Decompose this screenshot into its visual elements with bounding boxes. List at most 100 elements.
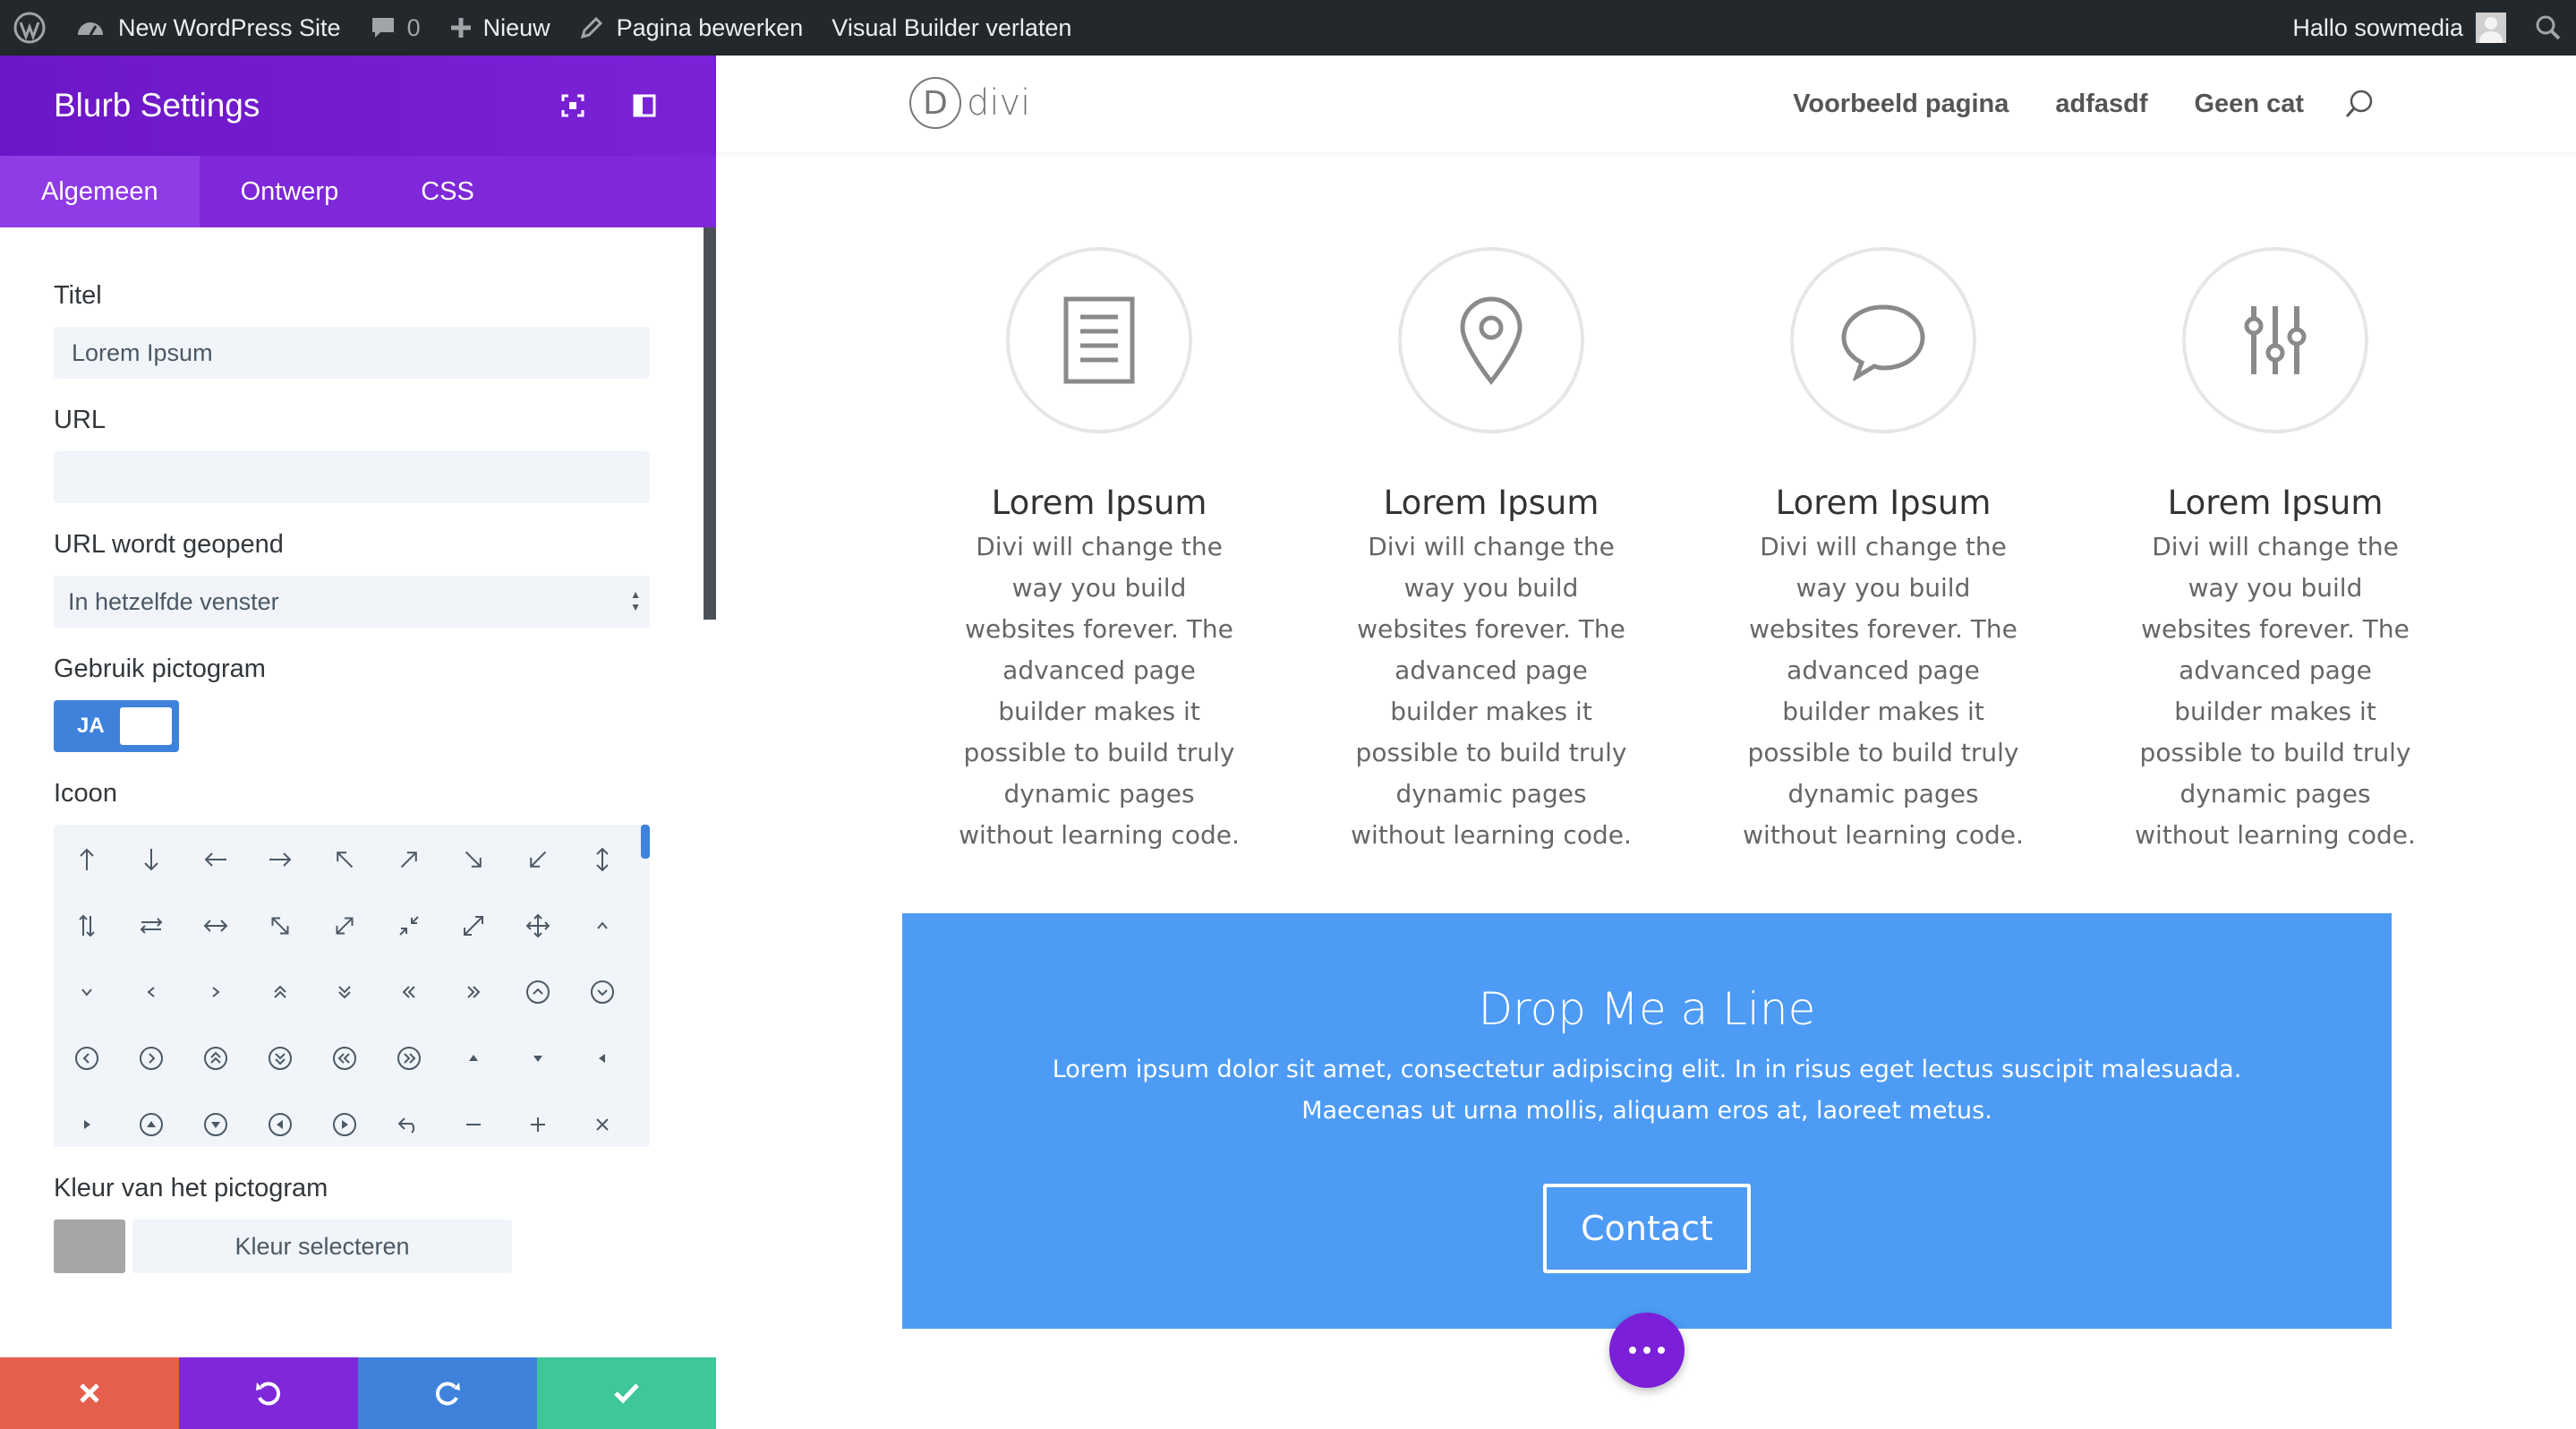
wordpress-logo-icon[interactable] — [0, 0, 61, 56]
url-input[interactable] — [54, 451, 650, 503]
page-preview: D divi Voorbeeld pagina adfasdf Geen cat… — [716, 56, 2576, 1429]
more-options-button[interactable] — [1609, 1313, 1685, 1388]
arrow-right-icon[interactable] — [248, 826, 312, 893]
nav-item-geen-cat[interactable]: Geen cat — [2195, 90, 2305, 119]
arrow-down-icon[interactable] — [119, 826, 183, 893]
panel-scrollbar-thumb[interactable] — [704, 227, 716, 620]
shrink-icon[interactable] — [377, 893, 441, 959]
arrow-down-right-icon[interactable] — [441, 826, 506, 893]
arrow-diagonal-alt-icon[interactable] — [312, 893, 377, 959]
icon-color-swatch[interactable] — [54, 1219, 125, 1273]
move-icon[interactable] — [506, 893, 570, 959]
blurb-icon-circle — [1398, 247, 1584, 433]
nav-item-voorbeeld-pagina[interactable]: Voorbeeld pagina — [1793, 90, 2009, 119]
title-input[interactable] — [54, 327, 650, 379]
circle-chevron-down-icon[interactable] — [570, 959, 635, 1025]
arrow-left-icon[interactable] — [183, 826, 248, 893]
circle-chevron-left-icon[interactable] — [55, 1025, 119, 1091]
circle-double-chevron-right-icon[interactable] — [377, 1025, 441, 1091]
return-icon[interactable] — [377, 1091, 441, 1147]
blurb-module[interactable]: Lorem Ipsum Divi will change the way you… — [903, 247, 1295, 856]
nav-item-adfasdf[interactable]: adfasdf — [2055, 90, 2147, 119]
undo-button[interactable] — [179, 1357, 358, 1429]
exit-builder-label: Visual Builder verlaten — [832, 13, 1072, 41]
circle-triangle-left-icon[interactable] — [248, 1091, 312, 1147]
chevron-right-icon[interactable] — [183, 959, 248, 1025]
blurb-settings-panel: Blurb Settings Algemeen Ontwerp CSS Tite… — [0, 56, 716, 1429]
arrow-diagonal-icon[interactable] — [248, 893, 312, 959]
minus-icon[interactable] — [441, 1091, 506, 1147]
tab-algemeen[interactable]: Algemeen — [0, 156, 200, 227]
double-chevron-up-icon[interactable] — [248, 959, 312, 1025]
site-header: D divi Voorbeeld pagina adfasdf Geen cat — [716, 56, 2576, 152]
discard-button[interactable] — [0, 1357, 179, 1429]
toggle-knob — [120, 707, 172, 745]
title-field-group: Titel — [54, 281, 704, 379]
select-color-button[interactable]: Kleur selecteren — [132, 1219, 512, 1273]
fullscreen-button[interactable] — [555, 88, 591, 124]
arrow-up-right-icon[interactable] — [377, 826, 441, 893]
icon-grid-scrollbar[interactable] — [641, 825, 650, 1147]
blurb-title: Lorem Ipsum — [1775, 483, 1992, 522]
user-account-menu[interactable]: Hallo sowmedia — [2278, 0, 2521, 56]
checkmark-icon — [614, 1383, 639, 1404]
blurb-module[interactable]: Lorem Ipsum Divi will change the way you… — [1687, 247, 2079, 856]
panel-scrollbar[interactable] — [704, 227, 716, 1357]
dot-icon — [1629, 1347, 1636, 1354]
double-chevron-right-icon[interactable] — [441, 959, 506, 1025]
double-chevron-left-icon[interactable] — [377, 959, 441, 1025]
tab-ontwerp[interactable]: Ontwerp — [200, 156, 380, 227]
redo-icon — [435, 1382, 460, 1406]
circle-chevron-right-icon[interactable] — [119, 1025, 183, 1091]
arrow-left-right-icon[interactable] — [183, 893, 248, 959]
chat-bubble-icon — [1841, 304, 1925, 381]
use-icon-label: Gebruik pictogram — [54, 655, 266, 683]
icon-picker-group: Icoon — [54, 779, 704, 1147]
use-icon-toggle[interactable]: JA — [54, 700, 179, 752]
tab-css[interactable]: CSS — [380, 156, 516, 227]
exit-visual-builder-link[interactable]: Visual Builder verlaten — [817, 0, 1086, 56]
circle-double-chevron-down-icon[interactable] — [248, 1025, 312, 1091]
save-button[interactable] — [537, 1357, 716, 1429]
expand-icon[interactable] — [441, 893, 506, 959]
circle-triangle-right-icon[interactable] — [312, 1091, 377, 1147]
chevron-up-icon[interactable] — [570, 893, 635, 959]
circle-triangle-up-icon[interactable] — [119, 1091, 183, 1147]
arrow-down-left-icon[interactable] — [506, 826, 570, 893]
chevron-down-icon[interactable] — [55, 959, 119, 1025]
close-icon[interactable] — [570, 1091, 635, 1147]
blurb-module[interactable]: Lorem Ipsum Divi will change the way you… — [1295, 247, 1687, 856]
url-target-field-group: URL wordt geopend In hetzelfde venster ▲… — [54, 530, 704, 628]
plus-icon — [449, 16, 473, 39]
new-content-link[interactable]: Nieuw — [435, 0, 565, 56]
url-field-label: URL — [54, 406, 107, 434]
arrow-up-down-icon[interactable] — [570, 826, 635, 893]
comments-link[interactable]: 0 — [355, 0, 435, 56]
blurb-module[interactable]: Lorem Ipsum Divi will change the way you… — [2079, 247, 2471, 856]
arrows-horizontal-swap-icon[interactable] — [119, 893, 183, 959]
circle-triangle-down-icon[interactable] — [183, 1091, 248, 1147]
circle-double-chevron-up-icon[interactable] — [183, 1025, 248, 1091]
url-target-select[interactable]: In hetzelfde venster ▲ ▼ — [54, 576, 650, 628]
triangle-left-icon[interactable] — [570, 1025, 635, 1091]
admin-search-button[interactable] — [2521, 0, 2576, 56]
triangle-down-icon[interactable] — [506, 1025, 570, 1091]
dock-panel-button[interactable] — [627, 88, 662, 124]
circle-double-chevron-left-icon[interactable] — [312, 1025, 377, 1091]
edit-page-link[interactable]: Pagina bewerken — [565, 0, 818, 56]
double-chevron-down-icon[interactable] — [312, 959, 377, 1025]
contact-button[interactable]: Contact — [1543, 1184, 1751, 1273]
arrow-up-icon[interactable] — [55, 826, 119, 893]
circle-chevron-up-icon[interactable] — [506, 959, 570, 1025]
chevron-left-icon[interactable] — [119, 959, 183, 1025]
plus-icon[interactable] — [506, 1091, 570, 1147]
triangle-up-icon[interactable] — [441, 1025, 506, 1091]
site-name-link[interactable]: New WordPress Site — [61, 0, 355, 56]
redo-button[interactable] — [358, 1357, 537, 1429]
sidebar-layout-icon — [633, 94, 656, 117]
site-logo[interactable]: D divi — [909, 77, 1030, 129]
arrows-vertical-swap-icon[interactable] — [55, 893, 119, 959]
triangle-right-icon[interactable] — [55, 1091, 119, 1147]
site-search-button[interactable] — [2343, 88, 2376, 120]
arrow-up-left-icon[interactable] — [312, 826, 377, 893]
